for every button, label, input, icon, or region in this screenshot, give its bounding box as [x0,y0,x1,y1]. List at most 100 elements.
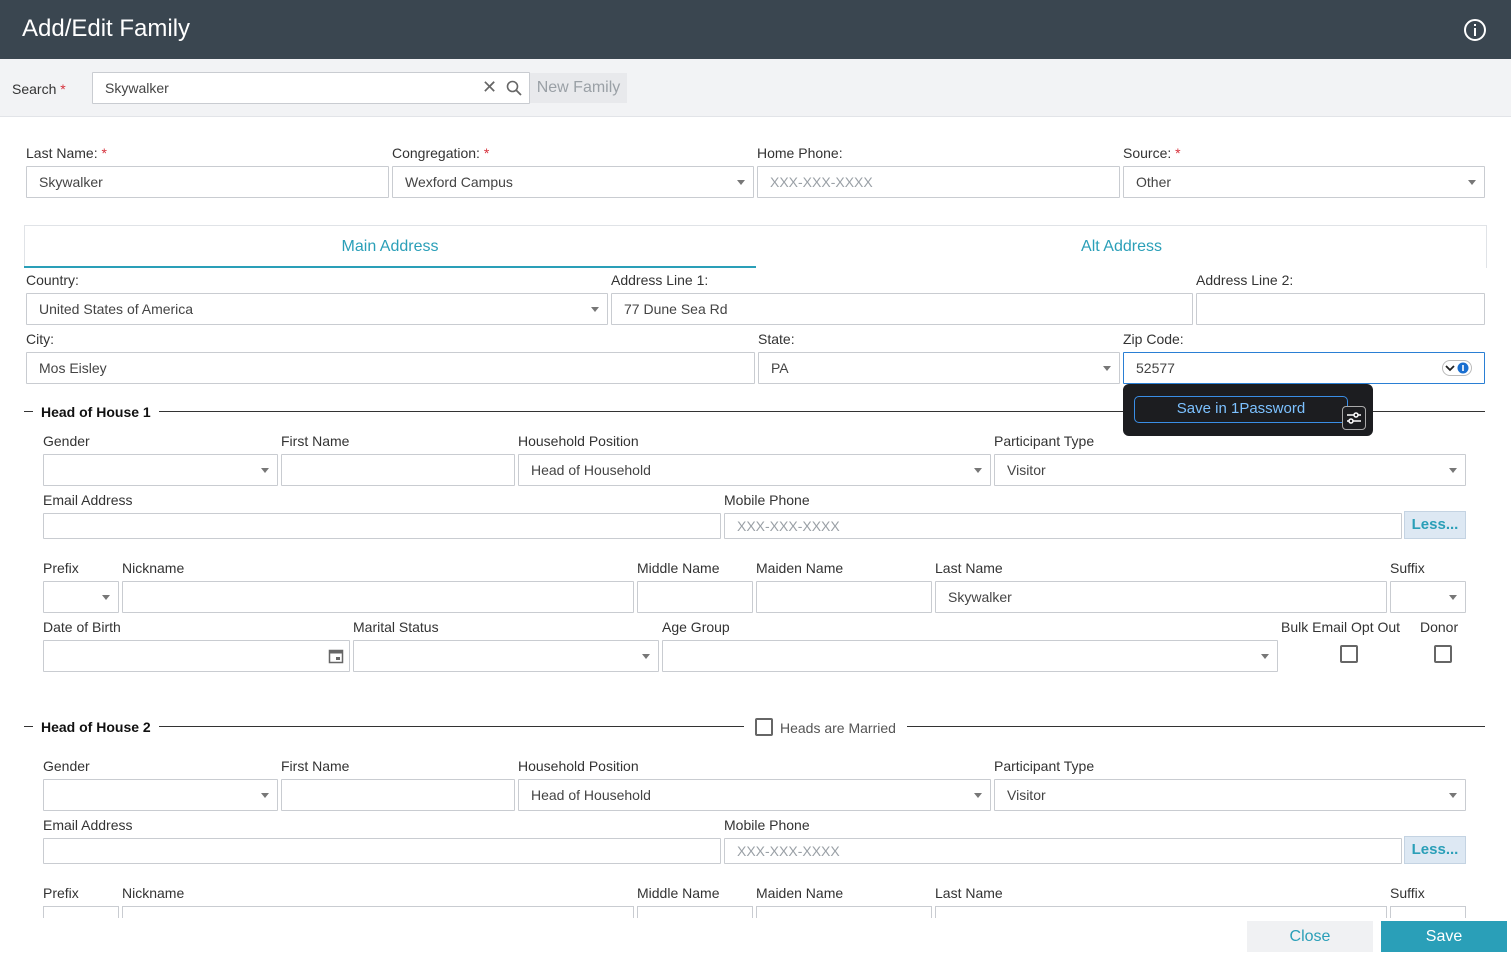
hoh1-middle-name-label: Middle Name [637,560,720,576]
hoh2-suffix-select[interactable] [1390,906,1466,918]
tab-main-address[interactable]: Main Address [24,226,756,268]
hoh2-first-name-field[interactable] [281,779,515,811]
clear-icon[interactable]: ✕ [482,78,497,96]
hoh2-participant-type-select[interactable]: Visitor [994,779,1466,811]
source-select[interactable]: Other [1123,166,1485,198]
save-button[interactable]: Save [1381,921,1507,952]
save-in-1password-button[interactable]: Save in 1Password [1134,396,1348,423]
hoh1-marital-status-select[interactable] [353,640,659,672]
chevron-down-icon [974,793,982,798]
search-icon[interactable] [506,80,522,96]
country-label: Country: [26,272,79,288]
address-line1-label: Address Line 1: [611,272,709,288]
home-phone-field[interactable]: XXX-XXX-XXXX [757,166,1120,198]
hoh2-mobile-label: Mobile Phone [724,817,810,833]
hoh1-first-name-field[interactable] [281,454,515,486]
chevron-down-icon [1468,180,1476,185]
hoh2-prefix-label: Prefix [43,885,79,901]
hoh1-dob-field[interactable] [43,640,350,672]
hoh1-nickname-label: Nickname [122,560,185,576]
hoh2-nickname-field[interactable] [122,906,634,918]
hoh1-suffix-select[interactable] [1390,581,1466,613]
dialog-title: Add/Edit Family [22,15,191,42]
hoh1-mobile-label: Mobile Phone [724,492,810,508]
tab-alt-address[interactable]: Alt Address [756,226,1487,268]
address-line2-label: Address Line 2: [1196,272,1294,288]
state-label: State: [758,331,795,347]
chevron-down-icon [261,468,269,473]
hoh1-title[interactable]: Head of House 1 [33,404,159,420]
search-input[interactable]: Skywalker [92,72,530,104]
section-divider [24,411,1123,412]
heads-married-checkbox[interactable] [755,718,773,736]
hoh2-gender-select[interactable] [43,779,278,811]
address-line1-field[interactable]: 77 Dune Sea Rd [611,293,1193,325]
chevron-down-icon [642,654,650,659]
hoh1-gender-label: Gender [43,433,90,449]
hoh1-nickname-field[interactable] [122,581,634,613]
hoh2-title[interactable]: Head of House 2 [33,719,159,735]
chevron-down-icon [102,595,110,600]
hoh1-bulk-email-label: Bulk Email Opt Out [1281,619,1401,635]
hoh1-first-name-label: First Name [281,433,350,449]
hoh2-nickname-label: Nickname [122,885,185,901]
hoh1-household-position-select[interactable]: Head of Household [518,454,991,486]
home-phone-label: Home Phone: [757,145,843,161]
hoh2-maiden-name-field[interactable] [756,906,932,918]
settings-sliders-icon[interactable] [1342,406,1366,430]
new-family-button[interactable]: New Family [530,73,627,103]
chevron-down-icon [737,180,745,185]
hoh1-gender-select[interactable] [43,454,278,486]
password-manager-icon[interactable] [1442,360,1472,376]
hoh1-prefix-select[interactable] [43,581,119,613]
dialog-header: Add/Edit Family [0,0,1511,59]
hoh1-bulk-email-checkbox[interactable] [1340,645,1358,663]
chevron-down-icon [974,468,982,473]
hoh2-household-position-label: Household Position [518,758,639,774]
hoh1-marital-status-label: Marital Status [353,619,439,635]
hoh1-mobile-field[interactable]: XXX-XXX-XXXX [724,513,1402,539]
hoh2-household-position-select[interactable]: Head of Household [518,779,991,811]
calendar-icon[interactable] [328,648,344,664]
hoh1-participant-type-label: Participant Type [994,433,1095,449]
hoh2-participant-type-label: Participant Type [994,758,1095,774]
hoh2-email-field[interactable] [43,838,721,864]
hoh2-middle-name-field[interactable] [637,906,753,918]
hoh2-prefix-select[interactable] [43,906,119,918]
city-field[interactable]: Mos Eisley [26,352,755,384]
hoh1-email-field[interactable] [43,513,721,539]
hoh1-less-button[interactable]: Less... [1404,511,1466,539]
zip-field[interactable]: 52577 [1123,352,1485,384]
search-label: Search * [12,81,66,97]
hoh1-age-group-select[interactable] [662,640,1278,672]
country-select[interactable]: United States of America [26,293,608,325]
congregation-label: Congregation: * [392,145,490,161]
hoh2-mobile-field[interactable]: XXX-XXX-XXXX [724,838,1402,864]
source-label: Source: * [1123,145,1181,161]
hoh2-less-button[interactable]: Less... [1404,836,1466,864]
hoh1-last-name-field[interactable]: Skywalker [935,581,1387,613]
hoh1-participant-type-select[interactable]: Visitor [994,454,1466,486]
section-divider [1373,411,1485,412]
hoh2-first-name-label: First Name [281,758,350,774]
heads-married-label: Heads are Married [780,720,896,736]
info-icon[interactable] [1463,18,1487,42]
hoh2-suffix-label: Suffix [1390,885,1425,901]
chevron-down-icon [1261,654,1269,659]
hoh1-middle-name-field[interactable] [637,581,753,613]
chevron-down-icon [1449,793,1457,798]
congregation-select[interactable]: Wexford Campus [392,166,754,198]
last-name-field[interactable]: Skywalker [26,166,389,198]
hoh1-dob-label: Date of Birth [43,619,121,635]
address-line2-field[interactable] [1196,293,1485,325]
hoh2-maiden-name-label: Maiden Name [756,885,844,901]
chevron-down-icon [261,793,269,798]
chevron-down-icon [1449,468,1457,473]
hoh1-donor-checkbox[interactable] [1434,645,1452,663]
state-select[interactable]: PA [758,352,1120,384]
hoh2-email-label: Email Address [43,817,133,833]
hoh1-household-position-label: Household Position [518,433,639,449]
close-button[interactable]: Close [1247,921,1373,952]
hoh2-last-name-field[interactable] [935,906,1387,918]
hoh1-maiden-name-field[interactable] [756,581,932,613]
